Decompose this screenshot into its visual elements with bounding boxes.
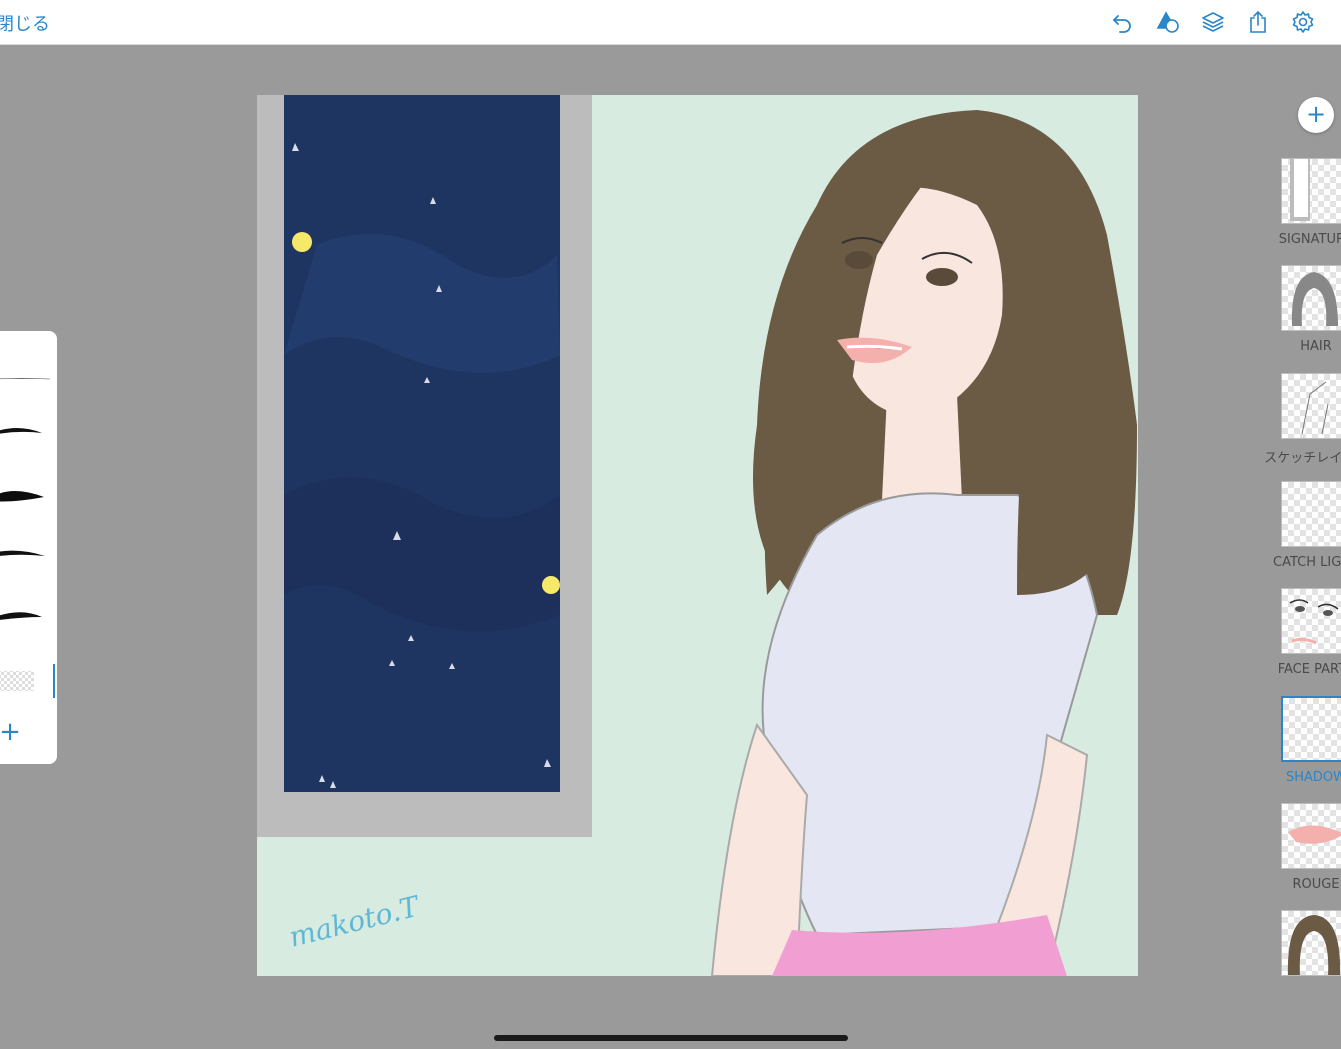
- layer-thumbnail: [1281, 158, 1341, 224]
- layer-thumbnail: [1281, 265, 1341, 331]
- home-indicator[interactable]: [494, 1035, 848, 1041]
- settings-icon[interactable]: [1289, 8, 1317, 36]
- drawing-app: 閉じる + makoto.T + SIGNATUR HAIR スケッチレイ CA…: [0, 0, 1341, 1049]
- layer-catch-light[interactable]: CATCH LIGHT: [1273, 481, 1341, 570]
- layer-face-parts[interactable]: FACE PARTS: [1278, 588, 1341, 677]
- brush-6[interactable]: [0, 669, 36, 693]
- window-frame: [257, 95, 592, 837]
- layer-thumbnail: [1281, 696, 1341, 762]
- brush-3[interactable]: [0, 483, 52, 507]
- brush-selection-indicator: [53, 664, 55, 698]
- brush-1[interactable]: [0, 373, 52, 385]
- layer-rouge[interactable]: ROUGE: [1281, 803, 1341, 892]
- layer-label: FACE PARTS: [1277, 662, 1341, 677]
- layer-hair[interactable]: HAIR: [1281, 265, 1341, 354]
- undo-icon[interactable]: [1108, 8, 1136, 36]
- top-toolbar: 閉じる: [0, 0, 1341, 45]
- layer-sketch[interactable]: スケッチレイヤー: [1264, 373, 1341, 466]
- girl-illustration: [710, 110, 1137, 976]
- layer-shadow[interactable]: SHADOW: [1281, 696, 1341, 785]
- layer-hair-color[interactable]: [1281, 910, 1341, 976]
- layer-label: SHADOW: [1285, 770, 1341, 785]
- layer-thumbnail: [1281, 481, 1341, 547]
- layer-label: HAIR: [1300, 339, 1332, 354]
- signature-text: makoto.T: [286, 889, 425, 954]
- brush-2[interactable]: [0, 421, 52, 441]
- layer-thumbnail: [1281, 910, 1341, 976]
- close-button[interactable]: 閉じる: [0, 10, 50, 36]
- layers-icon[interactable]: [1199, 8, 1227, 36]
- brush-4[interactable]: [0, 543, 52, 563]
- brush-5[interactable]: [0, 605, 52, 625]
- shapes-icon[interactable]: [1154, 8, 1182, 36]
- layer-signature[interactable]: SIGNATURE: [1279, 158, 1341, 247]
- add-layer-button[interactable]: +: [1298, 97, 1334, 133]
- layer-thumbnail: [1281, 803, 1341, 869]
- brush-panel: +: [0, 331, 57, 764]
- layer-label: ROUGE: [1292, 877, 1340, 892]
- layer-label: スケッチレイヤー: [1264, 451, 1341, 466]
- add-brush-button[interactable]: +: [0, 717, 28, 747]
- layer-thumbnail: [1281, 373, 1341, 439]
- share-icon[interactable]: [1244, 8, 1272, 36]
- drawing-canvas[interactable]: makoto.T: [257, 95, 1138, 976]
- layer-thumbnail: [1281, 588, 1341, 654]
- layer-label: CATCH LIGHT: [1273, 555, 1341, 570]
- layer-label: SIGNATURE: [1278, 232, 1341, 247]
